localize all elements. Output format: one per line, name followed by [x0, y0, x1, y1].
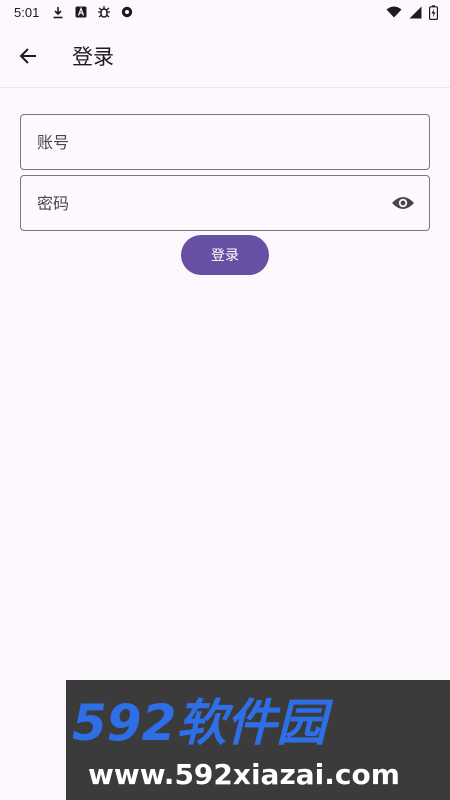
record-icon: [120, 5, 134, 19]
watermark-logo-text: 592软件园: [72, 694, 333, 752]
login-button[interactable]: 登录: [181, 235, 269, 275]
login-screen: 5:01 登录 账号 登录 592软件园 www.592xiazai.com: [0, 0, 450, 800]
back-button[interactable]: [0, 28, 56, 84]
status-left-icons: [51, 5, 134, 19]
password-field[interactable]: [20, 175, 430, 231]
account-input[interactable]: [21, 115, 429, 169]
signal-icon: [408, 5, 422, 19]
password-input[interactable]: [21, 176, 379, 230]
a-box-icon: [74, 5, 88, 19]
watermark-banner: 592软件园 www.592xiazai.com: [66, 680, 450, 800]
eye-icon: [391, 194, 415, 212]
bug-icon: [97, 5, 111, 19]
page-title: 登录: [72, 44, 114, 69]
battery-charging-icon: [428, 4, 438, 20]
password-visibility-toggle[interactable]: [379, 179, 427, 227]
status-time: 5:01: [14, 4, 40, 20]
status-right-icons: [386, 4, 438, 20]
wifi-icon: [386, 5, 402, 19]
watermark-url: www.592xiazai.com: [88, 758, 400, 791]
account-field[interactable]: [20, 114, 430, 170]
status-bar: 5:01: [0, 0, 450, 24]
arrow-left-icon: [19, 47, 37, 65]
download-icon: [51, 5, 65, 19]
app-bar: 登录: [0, 24, 450, 88]
watermark-logo: 592软件园 www.592xiazai.com: [72, 694, 400, 791]
